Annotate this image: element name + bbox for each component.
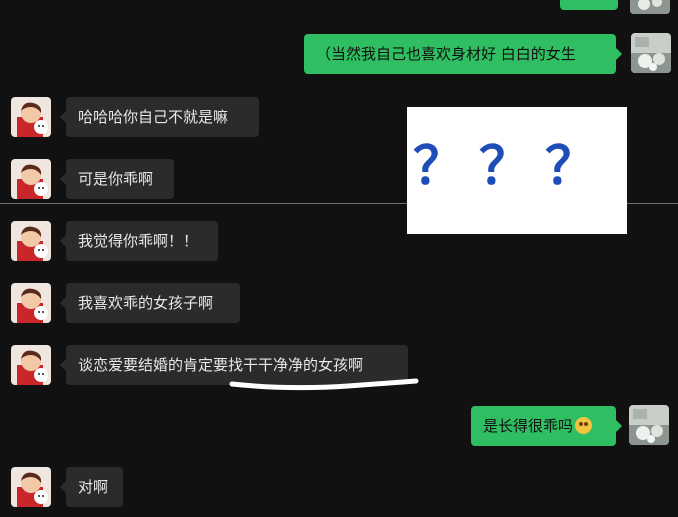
message-text: 对啊: [78, 478, 109, 496]
contact-avatar[interactable]: [11, 345, 51, 385]
message-bubble-incoming[interactable]: 可是你乖啊: [60, 159, 174, 199]
message-text: 是长得很乖吗: [483, 417, 574, 435]
question-marks-overlay: ？ ？ ？: [407, 107, 627, 234]
hand-drawn-underline: [229, 378, 419, 391]
message-bubble-incoming[interactable]: 对啊: [60, 467, 123, 507]
message-bubble-outgoing[interactable]: 是长得很乖吗: [471, 406, 622, 446]
my-avatar[interactable]: [629, 405, 669, 445]
partial-outgoing-bubble: [560, 0, 618, 10]
message-text: 可是你乖啊: [78, 170, 154, 188]
message-bubble-outgoing[interactable]: （当然我自己也喜欢身材好 白白的女生: [304, 34, 622, 74]
message-bubble-incoming[interactable]: 我喜欢乖的女孩子啊: [60, 283, 240, 323]
question-mark: ？: [479, 137, 532, 197]
message-bubble-incoming[interactable]: 哈哈哈你自己不就是嘛: [60, 97, 259, 137]
message-text: 我喜欢乖的女孩子啊: [78, 294, 214, 312]
contact-avatar[interactable]: [11, 159, 51, 199]
message-text: 谈恋爱要结婚的肯定要找干干净净的女孩啊: [78, 356, 364, 374]
contact-avatar[interactable]: [11, 97, 51, 137]
contact-avatar[interactable]: [11, 283, 51, 323]
my-avatar[interactable]: [631, 33, 671, 73]
contact-avatar[interactable]: [11, 467, 51, 507]
my-avatar-partial[interactable]: [630, 0, 670, 14]
contact-avatar[interactable]: [11, 221, 51, 261]
chat-view: （当然我自己也喜欢身材好 白白的女生 哈哈哈你自己不就是嘛 可是你乖啊 我觉得你…: [0, 0, 678, 517]
message-text: （当然我自己也喜欢身材好 白白的女生: [316, 45, 576, 63]
question-mark: ？: [545, 137, 598, 197]
frowning-face-emoji: [575, 417, 593, 434]
message-text: 我觉得你乖啊！！: [78, 232, 199, 250]
message-text: 哈哈哈你自己不就是嘛: [78, 108, 229, 126]
question-mark: ？: [413, 137, 466, 197]
message-bubble-incoming[interactable]: 我觉得你乖啊！！: [60, 221, 218, 261]
